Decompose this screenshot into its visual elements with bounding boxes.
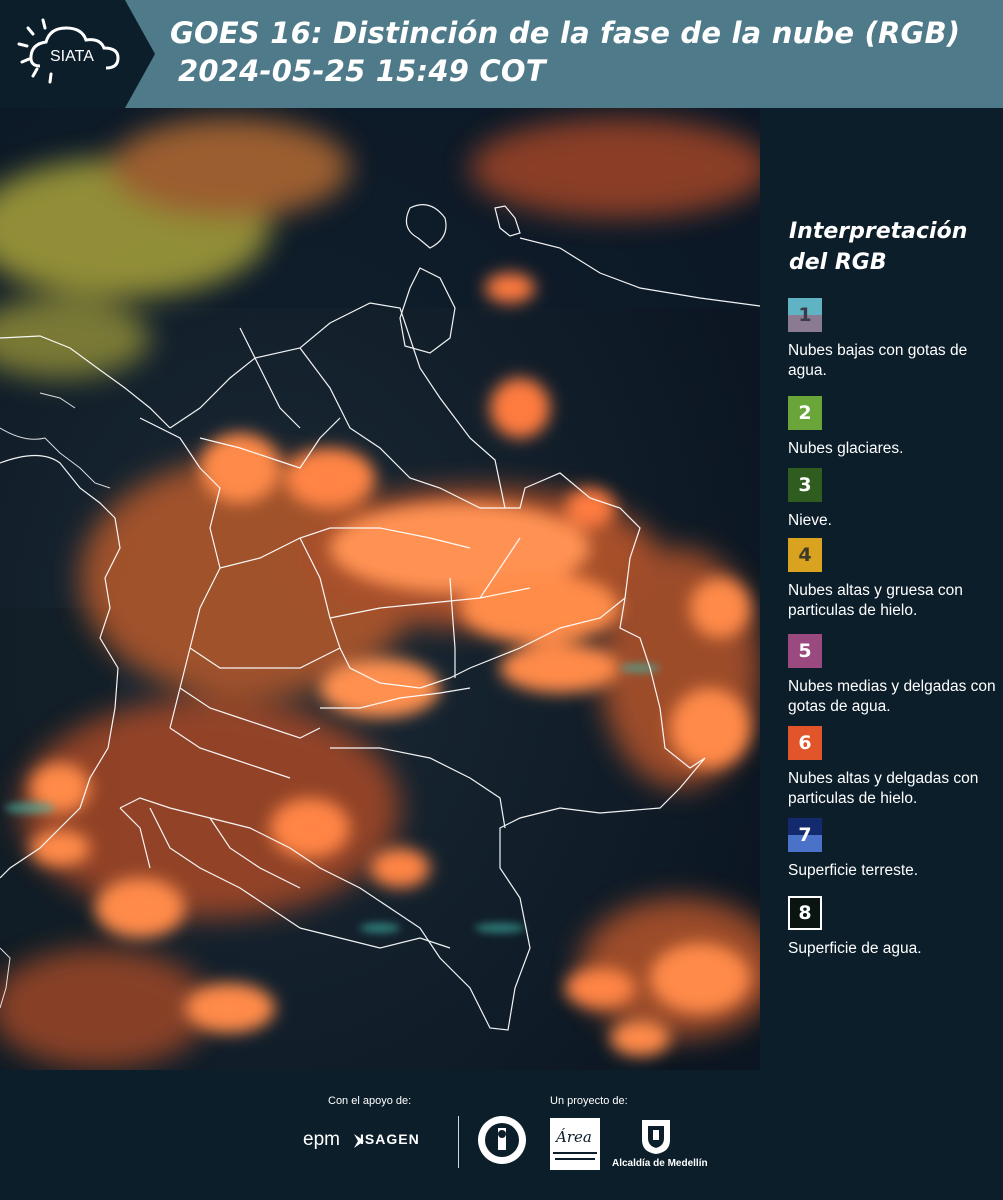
footer-divider <box>458 1116 459 1168</box>
legend-label-6: Nubes altas y delgadas con particulas de… <box>788 770 979 807</box>
legend-title-line-1: Interpretación <box>789 219 968 244</box>
legend-title: Interpretación del RGB <box>789 216 967 278</box>
legend-item-4: 4 Nubes altas y gruesa con particulas de… <box>788 538 1003 621</box>
legend-item-8: 8 Superficie de agua. <box>788 896 1003 959</box>
legend-swatch-5: 5 <box>788 634 822 668</box>
legend-label-5: Nubes medias y delgadas con gotas de agu… <box>788 678 996 715</box>
legend-item-2: 2 Nubes glaciares. <box>788 396 1003 459</box>
satellite-map <box>0 108 760 1070</box>
alcaldia-shield-icon <box>642 1120 670 1154</box>
siata-logo-text: SIATA <box>50 48 94 65</box>
legend-number-3: 3 <box>798 474 812 496</box>
legend-number-4: 4 <box>798 544 812 566</box>
alcaldia-label: Alcaldía de Medellín <box>612 1158 708 1169</box>
footer: Con el apoyo de: Un proyecto de: epm ISA… <box>0 1070 1003 1200</box>
legend-title-line-2: del RGB <box>789 250 887 275</box>
page-title: GOES 16: Distinción de la fase de la nub… <box>170 14 960 90</box>
legend-item-7: 7 Superficie terreste. <box>788 818 1003 881</box>
legend-item-3: 3 Nieve. <box>788 468 1003 531</box>
legend-swatch-3: 3 <box>788 468 822 502</box>
legend-label-4: Nubes altas y gruesa con particulas de h… <box>788 582 963 619</box>
legend-swatch-6: 6 <box>788 726 822 760</box>
siata-logo: SIATA <box>0 0 155 108</box>
legend-number-1: 1 <box>798 304 812 326</box>
legend-number-7: 7 <box>798 824 812 846</box>
legend-panel: Interpretación del RGB 1 Nubes bajas con… <box>760 108 1003 1070</box>
support-label: Con el apoyo de: <box>328 1095 412 1107</box>
isagen-logo: ISAGEN <box>360 1131 420 1147</box>
university-seal-icon <box>478 1116 526 1164</box>
legend-item-5: 5 Nubes medias y delgadas con gotas de a… <box>788 634 1003 717</box>
legend-swatch-7: 7 <box>788 818 822 852</box>
header-bar: SIATA GOES 16: Distinción de la fase de … <box>0 0 1003 108</box>
legend-number-5: 5 <box>798 640 812 662</box>
svg-text:Área: Área <box>554 1128 592 1146</box>
legend-swatch-1: 1 <box>788 298 822 332</box>
legend-label-3: Nieve. <box>788 512 832 529</box>
legend-number-8: 8 <box>798 902 812 924</box>
legend-swatch-4: 4 <box>788 538 822 572</box>
legend-swatch-8: 8 <box>788 896 822 930</box>
legend-label-8: Superficie de agua. <box>788 940 922 957</box>
legend-number-2: 2 <box>798 402 812 424</box>
area-metropolitana-logo: Área <box>550 1118 600 1170</box>
legend-swatch-2: 2 <box>788 396 822 430</box>
legend-item-6: 6 Nubes altas y delgadas con particulas … <box>788 726 1003 809</box>
title-line-1: GOES 16: Distinción de la fase de la nub… <box>170 16 961 50</box>
legend-label-1: Nubes bajas con gotas de agua. <box>788 342 968 379</box>
epm-logo: epm <box>303 1129 340 1150</box>
legend-item-1: 1 Nubes bajas con gotas de agua. <box>788 298 1003 381</box>
legend-label-7: Superficie terreste. <box>788 862 919 879</box>
legend-number-6: 6 <box>798 732 812 754</box>
project-label: Un proyecto de: <box>550 1095 628 1107</box>
legend-label-2: Nubes glaciares. <box>788 440 904 457</box>
title-line-2: 2024-05-25 15:49 COT <box>178 54 546 88</box>
